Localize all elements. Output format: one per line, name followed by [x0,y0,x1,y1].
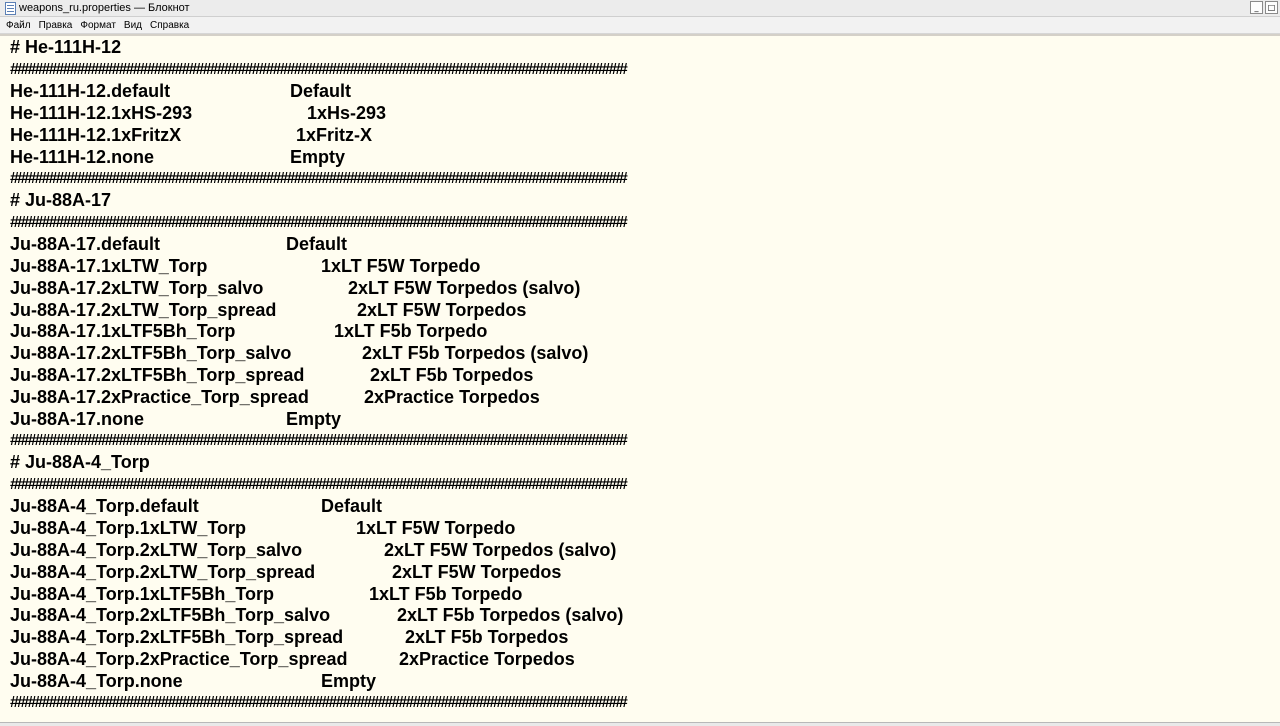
property-line: Ju-88A-17.2xLTW_Torp_spread 2xLT F5W Torp… [10,299,1280,321]
property-line: Ju-88A-17.default Default [10,234,1280,256]
property-value: 2xLT F5b Torpedos (salvo) [397,605,624,626]
status-bar [0,722,1280,726]
property-line: Ju-88A-17.2xPractice_Torp_spread 2xPracti… [10,387,1280,409]
property-key: Ju-88A-4_Torp.2xLTF5Bh_Torp_salvo [10,605,331,626]
property-key: Ju-88A-4_Torp.none [10,670,183,691]
comment-text: # Ju-88A-17 [10,190,112,211]
menu-format[interactable]: Формат [76,20,120,31]
property-value: Empty [290,146,346,167]
property-key: Ju-88A-4_Torp.1xLTF5Bh_Torp [10,583,275,604]
editor-lines: # He-111H-12 ############################… [0,36,1280,714]
property-value: Default [286,234,348,255]
property-line: Ju-88A-4_Torp.1xLTW_Torp 1xLT F5W Torpedo [10,518,1280,540]
property-key: Ju-88A-17.2xLTW_Torp_salvo [10,277,264,298]
property-line: He-111H-12.1xHS-293 1xHs-293 [10,103,1280,125]
property-line: Ju-88A-17.2xLTF5Bh_Torp_spread 2xLT F5b T… [10,365,1280,387]
separator-line: ########################################… [10,212,1280,234]
property-key: Ju-88A-17.1xLTF5Bh_Torp [10,321,236,342]
property-key: Ju-88A-4_Torp.2xPractice_Torp_spread [10,649,348,670]
notepad-icon [5,1,16,15]
property-value: 2xLT F5W Torpedos (salvo) [348,277,581,298]
property-key: Ju-88A-17.1xLTW_Torp [10,255,208,276]
window-controls: _ □ [1250,1,1278,14]
property-line: Ju-88A-4_Torp.default Default [10,496,1280,518]
separator-text: ########################################… [10,475,628,493]
property-value: 1xLT F5W Torpedo [321,255,481,276]
property-line: Ju-88A-17.2xLTF5Bh_Torp_salvo 2xLT F5b To… [10,343,1280,365]
property-value: Empty [286,408,342,429]
maximize-button[interactable]: □ [1265,1,1278,14]
property-value: 1xLT F5b Torpedo [334,321,488,342]
separator-line: ########################################… [10,59,1280,81]
separator-line: ########################################… [10,430,1280,452]
property-value: 2xPractice Torpedos [399,649,575,670]
property-line: Ju-88A-17.none Empty [10,408,1280,430]
separator-line: ########################################… [10,168,1280,190]
property-value: 2xPractice Torpedos [364,386,540,407]
property-key: He-111H-12.1xHS-293 [10,102,193,123]
section-comment: # Ju-88A-17 [10,190,1280,212]
property-line: Ju-88A-17.2xLTW_Torp_salvo 2xLT F5W Torpe… [10,277,1280,299]
text-editor[interactable]: # He-111H-12 ############################… [0,36,1280,722]
property-key: Ju-88A-17.2xLTW_Torp_spread [10,299,277,320]
separator-text: ########################################… [10,432,628,450]
section-comment: # Ju-88A-4_Torp [10,452,1280,474]
property-line: Ju-88A-4_Torp.1xLTF5Bh_Torp 1xLT F5b Torp… [10,583,1280,605]
comment-text: # He-111H-12 [10,37,122,58]
property-value: 2xLT F5W Torpedos [357,299,527,320]
property-key: He-111H-12.default [10,81,171,102]
separator-text: ########################################… [10,694,628,712]
property-line: Ju-88A-17.1xLTW_Torp 1xLT F5W Torpedo [10,255,1280,277]
property-key: Ju-88A-4_Torp.2xLTW_Torp_salvo [10,539,303,560]
separator-text: ########################################… [10,213,628,231]
property-line: Ju-88A-4_Torp.none Empty [10,670,1280,692]
property-value: 2xLT F5W Torpedos [392,561,562,582]
property-line: Ju-88A-4_Torp.2xLTF5Bh_Torp_spread 2xLT F… [10,627,1280,649]
property-line: He-111H-12.default Default [10,81,1280,103]
property-key: He-111H-12.1xFritzX [10,124,182,145]
property-value: 2xLT F5b Torpedos [405,627,569,648]
property-value: 1xLT F5W Torpedo [356,517,516,538]
property-key: Ju-88A-4_Torp.2xLTF5Bh_Torp_spread [10,627,344,648]
property-key: Ju-88A-4_Torp.default [10,496,199,517]
menu-file[interactable]: Файл [2,20,35,31]
section-comment: # He-111H-12 [10,37,1280,59]
property-value: 1xLT F5b Torpedo [369,583,523,604]
property-value: 1xHs-293 [307,102,387,123]
property-line: Ju-88A-4_Torp.2xLTW_Torp_salvo 2xLT F5W T… [10,539,1280,561]
property-line: Ju-88A-4_Torp.2xLTF5Bh_Torp_salvo 2xLT F5… [10,605,1280,627]
separator-text: ########################################… [10,169,628,187]
menu-help[interactable]: Справка [146,20,193,31]
property-value: Empty [321,670,377,691]
property-value: 2xLT F5b Torpedos (salvo) [362,343,589,364]
property-line: Ju-88A-17.1xLTF5Bh_Torp 1xLT F5b Torpedo [10,321,1280,343]
property-value: Default [321,496,383,517]
property-line: Ju-88A-4_Torp.2xLTW_Torp_spread 2xLT F5W … [10,561,1280,583]
menu-edit[interactable]: Правка [35,20,77,31]
property-key: Ju-88A-4_Torp.2xLTW_Torp_spread [10,561,316,582]
property-key: Ju-88A-17.none [10,408,145,429]
menu-view[interactable]: Вид [120,20,146,31]
property-key: Ju-88A-17.2xLTF5Bh_Torp_spread [10,365,305,386]
separator-line: ########################################… [10,474,1280,496]
property-value: 1xFritz-X [296,124,373,145]
minimize-button[interactable]: _ [1250,1,1263,14]
menu-bar: Файл Правка Формат Вид Справка [0,17,1280,34]
property-key: Ju-88A-4_Torp.1xLTW_Torp [10,517,247,538]
property-value: Default [290,81,352,102]
window-title: weapons_ru.properties — Блокнот [19,2,190,14]
property-line: Ju-88A-4_Torp.2xPractice_Torp_spread 2xPr… [10,649,1280,671]
comment-text: # Ju-88A-4_Torp [10,452,150,473]
property-key: Ju-88A-17.default [10,234,161,255]
property-key: He-111H-12.none [10,146,155,167]
separator-line: ########################################… [10,692,1280,714]
separator-text: ########################################… [10,60,628,78]
property-value: 2xLT F5W Torpedos (salvo) [384,539,617,560]
property-line: He-111H-12.none Empty [10,146,1280,168]
property-line: He-111H-12.1xFritzX 1xFritz-X [10,124,1280,146]
property-key: Ju-88A-17.2xLTF5Bh_Torp_salvo [10,343,292,364]
title-bar: weapons_ru.properties — Блокнот _ □ [0,0,1280,17]
property-key: Ju-88A-17.2xPractice_Torp_spread [10,386,309,407]
property-value: 2xLT F5b Torpedos [370,365,534,386]
